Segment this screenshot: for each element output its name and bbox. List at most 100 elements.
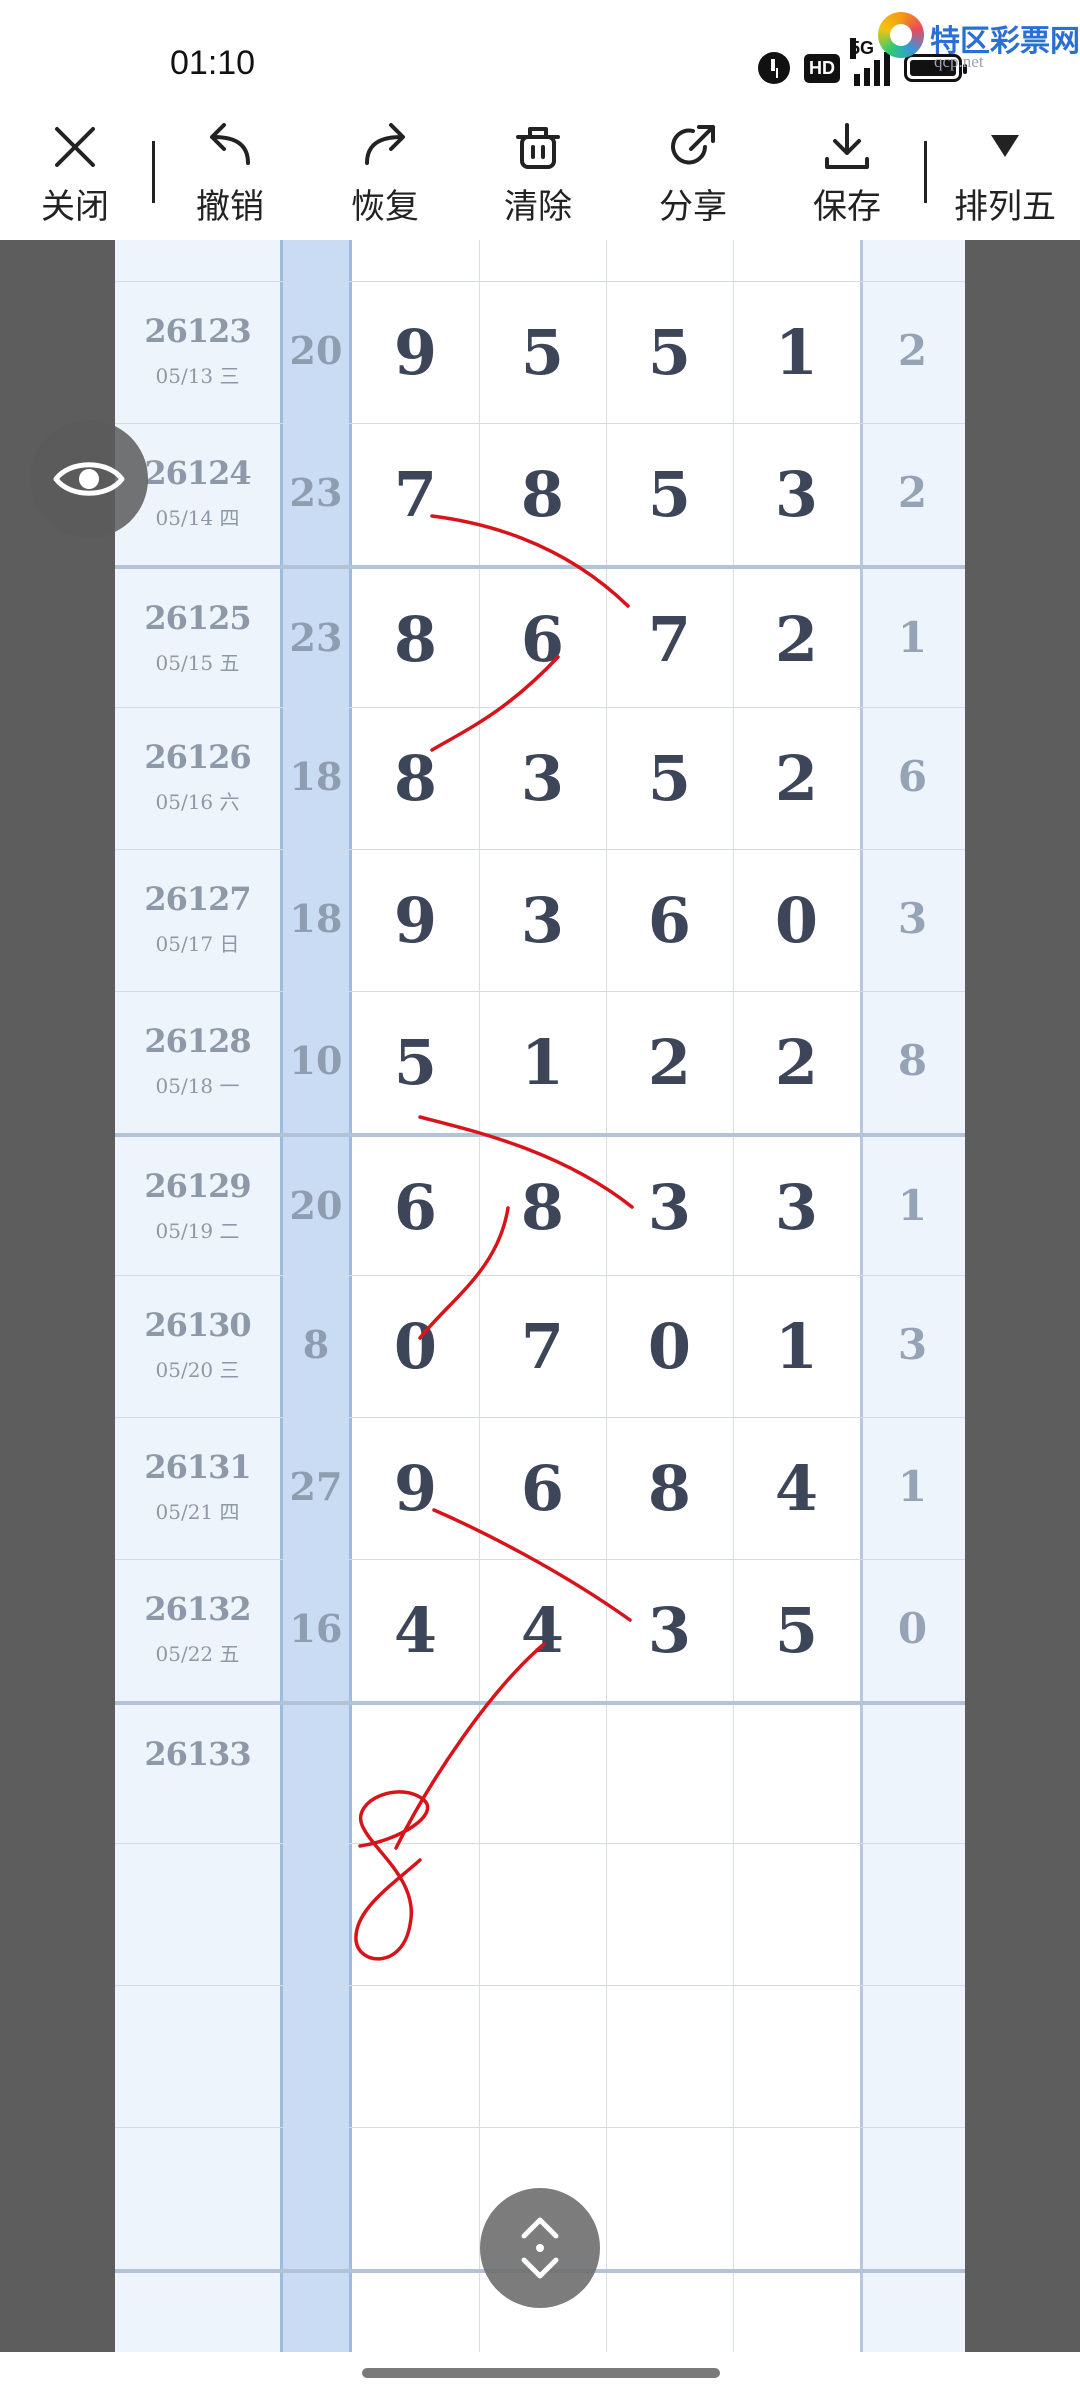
digit-sum: 27 (289, 1464, 343, 1509)
share-label: 分享 (659, 187, 727, 227)
table-row (115, 1985, 965, 2127)
fifth-digit: 8 (897, 1036, 928, 1085)
share-button[interactable]: 分享 (638, 115, 748, 240)
table-row: 26128 05/18 一 10 5 1 2 2 8 (115, 991, 965, 1133)
save-button[interactable]: 保存 (792, 115, 902, 240)
digit-sum: 18 (289, 896, 343, 941)
draw-digit: 4 (520, 1594, 565, 1667)
draw-digit: 3 (520, 742, 565, 815)
draw-digit: 2 (774, 603, 819, 676)
table-row: 26132 05/22 五 16 4 4 3 5 0 (115, 1559, 965, 1701)
digit-sum: 16 (289, 1606, 343, 1651)
fifth-digit: 0 (897, 1604, 928, 1653)
save-label: 保存 (813, 187, 881, 227)
digit-sum: 23 (289, 615, 343, 660)
table-row: 26131 05/21 四 27 9 6 8 4 1 (115, 1417, 965, 1559)
draw-digit: 2 (774, 1026, 819, 1099)
draw-digit: 5 (647, 458, 692, 531)
undo-icon (210, 123, 250, 165)
drawing-canvas[interactable]: 26122 2612305/13 三20955122612405/14 四237… (0, 240, 1080, 2352)
network-type-label: 5G (850, 38, 875, 59)
draw-digit: 2 (647, 1026, 692, 1099)
draw-digit: 8 (393, 603, 438, 676)
close-label: 关闭 (41, 187, 109, 227)
draw-digit: 6 (393, 1171, 438, 1244)
digit-sum: 10 (289, 1038, 343, 1083)
digit-sum: 20 (289, 328, 343, 373)
draw-digit: 3 (774, 458, 819, 531)
draw-digit: 4 (774, 1452, 819, 1525)
drawing-toolbar: 关闭 撤销 恢复 清除 分享 保存 排列五 (0, 115, 1080, 240)
issue-number: 26123 (144, 312, 251, 350)
draw-digit: 3 (647, 1594, 692, 1667)
draw-digit: 5 (520, 316, 565, 389)
draw-digit: 8 (393, 742, 438, 815)
close-button[interactable]: 关闭 (20, 115, 130, 240)
issue-number: 26131 (144, 1448, 251, 1486)
table-row: 26127 05/17 日 18 9 3 6 0 3 (115, 849, 965, 991)
draw-date: 05/19 二 (155, 1219, 240, 1243)
toolbar-divider (152, 141, 155, 203)
draw-digit: 8 (520, 1171, 565, 1244)
draw-date: 05/18 一 (155, 1074, 240, 1098)
draw-digit: 9 (393, 1452, 438, 1525)
share-icon (671, 125, 715, 165)
draw-digit: 5 (647, 742, 692, 815)
fifth-digit: 1 (897, 1181, 928, 1230)
draw-digit: 5 (774, 1594, 819, 1667)
undo-label: 撤销 (196, 187, 264, 227)
issue-number: 26126 (144, 738, 251, 776)
draw-digit: 7 (393, 458, 438, 531)
draw-digit: 0 (393, 1310, 438, 1383)
fifth-digit: 3 (897, 894, 928, 943)
trend-rows: 26122 2612305/13 三20955122612405/14 四237… (115, 240, 965, 2352)
hd-icon: HD (804, 53, 840, 83)
eye-icon (53, 462, 125, 496)
clear-label: 清除 (504, 187, 572, 227)
game-label: 排列五 (954, 187, 1056, 227)
redo-button[interactable]: 恢复 (330, 115, 440, 240)
table-row: 26125 05/15 五 23 8 6 7 2 1 (115, 565, 965, 707)
draw-digit: 1 (520, 1026, 565, 1099)
redo-label: 恢复 (351, 187, 419, 227)
draw-digit: 3 (774, 1171, 819, 1244)
draw-digit: 2 (774, 742, 819, 815)
undo-button[interactable]: 撤销 (175, 115, 285, 240)
table-row: 26133 (115, 1701, 965, 1843)
fifth-digit: 2 (897, 468, 928, 517)
draw-digit: 6 (520, 1452, 565, 1525)
table-row: 26123 05/13 三 20 9 5 5 1 2 (115, 281, 965, 423)
scroll-toggle-button[interactable] (480, 2188, 600, 2308)
redo-icon (365, 123, 405, 165)
clear-button[interactable]: 清除 (483, 115, 593, 240)
draw-digit: 9 (393, 884, 438, 957)
draw-digit: 9 (393, 316, 438, 389)
close-icon (55, 127, 95, 167)
home-indicator[interactable] (362, 2368, 720, 2378)
draw-digit: 4 (393, 1594, 438, 1667)
digit-sum: 20 (289, 1183, 343, 1228)
visibility-toggle-button[interactable] (30, 420, 148, 538)
trend-sheet: 26122 2612305/13 三20955122612405/14 四237… (115, 240, 965, 2352)
draw-date: 05/21 四 (155, 1500, 240, 1524)
issue-number: 26129 (144, 1167, 251, 1205)
fifth-digit: 6 (897, 752, 928, 801)
game-select-button[interactable]: 排列五 (945, 115, 1065, 240)
table-row (115, 1843, 965, 1985)
table-row: 26129 05/19 二 20 6 8 3 3 1 (115, 1133, 965, 1275)
digit-sum: 18 (289, 754, 343, 799)
table-row: 26122 (115, 240, 965, 281)
table-row: 26124 05/14 四 23 7 8 5 3 2 (115, 423, 965, 565)
issue-number: 26130 (144, 1306, 251, 1344)
draw-digit: 1 (774, 316, 819, 389)
draw-digit: 0 (774, 884, 819, 957)
draw-digit: 6 (647, 884, 692, 957)
status-bar: 01:10 HD 5G 特区彩票网 qcp.net (0, 0, 1080, 115)
draw-date: 05/17 日 (155, 932, 240, 956)
digit-sum: 8 (302, 1322, 330, 1367)
draw-digit: 5 (647, 316, 692, 389)
issue-number: 26128 (144, 1022, 251, 1060)
trash-icon (516, 127, 560, 169)
download-icon (825, 123, 869, 169)
draw-date: 05/16 六 (155, 790, 240, 814)
